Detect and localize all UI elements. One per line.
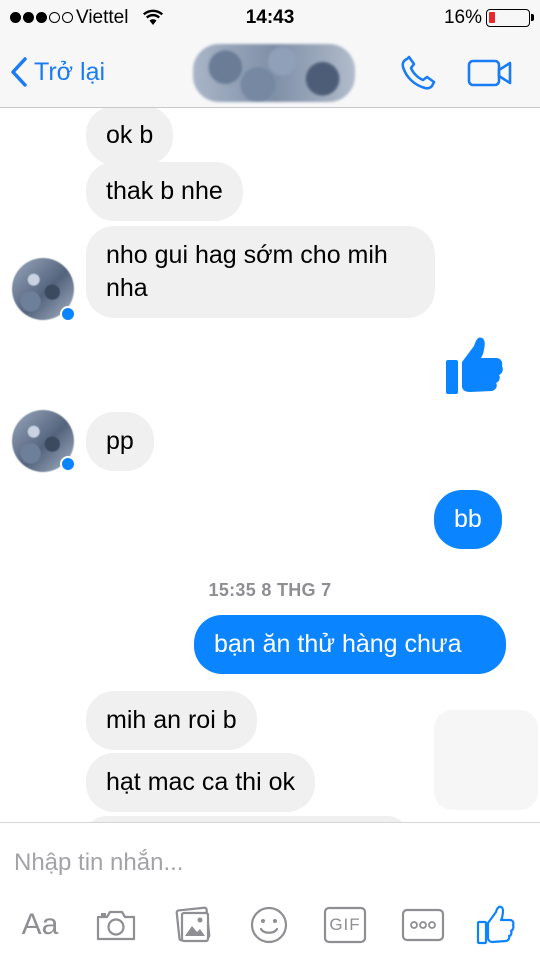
message-text: ok b <box>106 121 154 149</box>
battery-percentage: 16% <box>443 7 482 28</box>
verified-badge-icon <box>60 456 76 472</box>
incoming-message[interactable]: nho gui hag sớm cho mih nha <box>86 226 435 318</box>
gallery-button[interactable] <box>170 903 216 947</box>
video-camera-icon <box>467 59 512 87</box>
message-text-line: nha <box>106 274 148 302</box>
gif-label: GIF <box>329 915 361 934</box>
more-icon <box>401 908 445 942</box>
incoming-message[interactable]: pp <box>86 412 154 471</box>
incoming-message[interactable]: hạt mac ca thi ok <box>86 753 315 812</box>
message-text: bb <box>454 505 482 533</box>
message-text: mih an roi b <box>106 706 237 734</box>
thumbs-up-icon <box>476 905 515 945</box>
timestamp-divider: 15:35 8 THG 7 <box>208 580 332 600</box>
message-input[interactable] <box>14 841 514 885</box>
sticker-placeholder[interactable] <box>434 710 538 810</box>
gallery-icon <box>175 906 211 943</box>
navigation-bar: Trở lại <box>0 36 540 108</box>
call-button[interactable] <box>398 54 440 92</box>
incoming-message[interactable]: ok b <box>86 108 174 165</box>
message-composer: Aa <box>0 822 540 960</box>
back-button[interactable]: Trở lại <box>10 54 105 90</box>
back-label: Trở lại <box>34 57 106 86</box>
message-text: bạn ăn thử hàng chưa <box>214 630 462 658</box>
camera-icon <box>96 910 136 941</box>
emoji-button[interactable] <box>246 903 292 947</box>
text-format-button[interactable]: Aa <box>16 903 64 947</box>
thumbs-up-sticker-icon[interactable] <box>444 334 504 396</box>
gif-button[interactable]: GIF <box>322 903 368 947</box>
text-format-label: Aa <box>21 908 59 941</box>
send-like-button[interactable] <box>472 903 518 947</box>
outgoing-message[interactable]: bạn ăn thử hàng chưa <box>194 615 506 674</box>
more-button[interactable] <box>400 903 446 947</box>
emoji-icon <box>250 906 288 944</box>
message-text-line: nho gui hag sớm cho mih <box>106 241 388 269</box>
verified-badge-icon <box>60 306 76 322</box>
contact-name[interactable] <box>193 44 355 102</box>
message-text: hạt mac ca thi ok <box>106 768 295 796</box>
chevron-left-icon <box>11 57 27 87</box>
outgoing-message[interactable]: bb <box>434 490 502 549</box>
camera-button[interactable] <box>92 903 140 947</box>
status-bar: Viettel 14:43 16% <box>0 0 540 36</box>
incoming-message[interactable]: mih an roi b <box>86 691 257 750</box>
message-text: pp <box>106 427 134 455</box>
phone-icon <box>401 55 436 90</box>
message-thread[interactable]: ok b thak b nhe nho gui hag sớm cho mih … <box>0 108 540 822</box>
composer-toolbar: Aa GIF <box>0 895 540 955</box>
message-text: thak b nhe <box>106 177 223 205</box>
battery-icon <box>486 9 534 27</box>
incoming-message[interactable]: thak b nhe <box>86 162 243 221</box>
video-call-button[interactable] <box>466 56 514 90</box>
